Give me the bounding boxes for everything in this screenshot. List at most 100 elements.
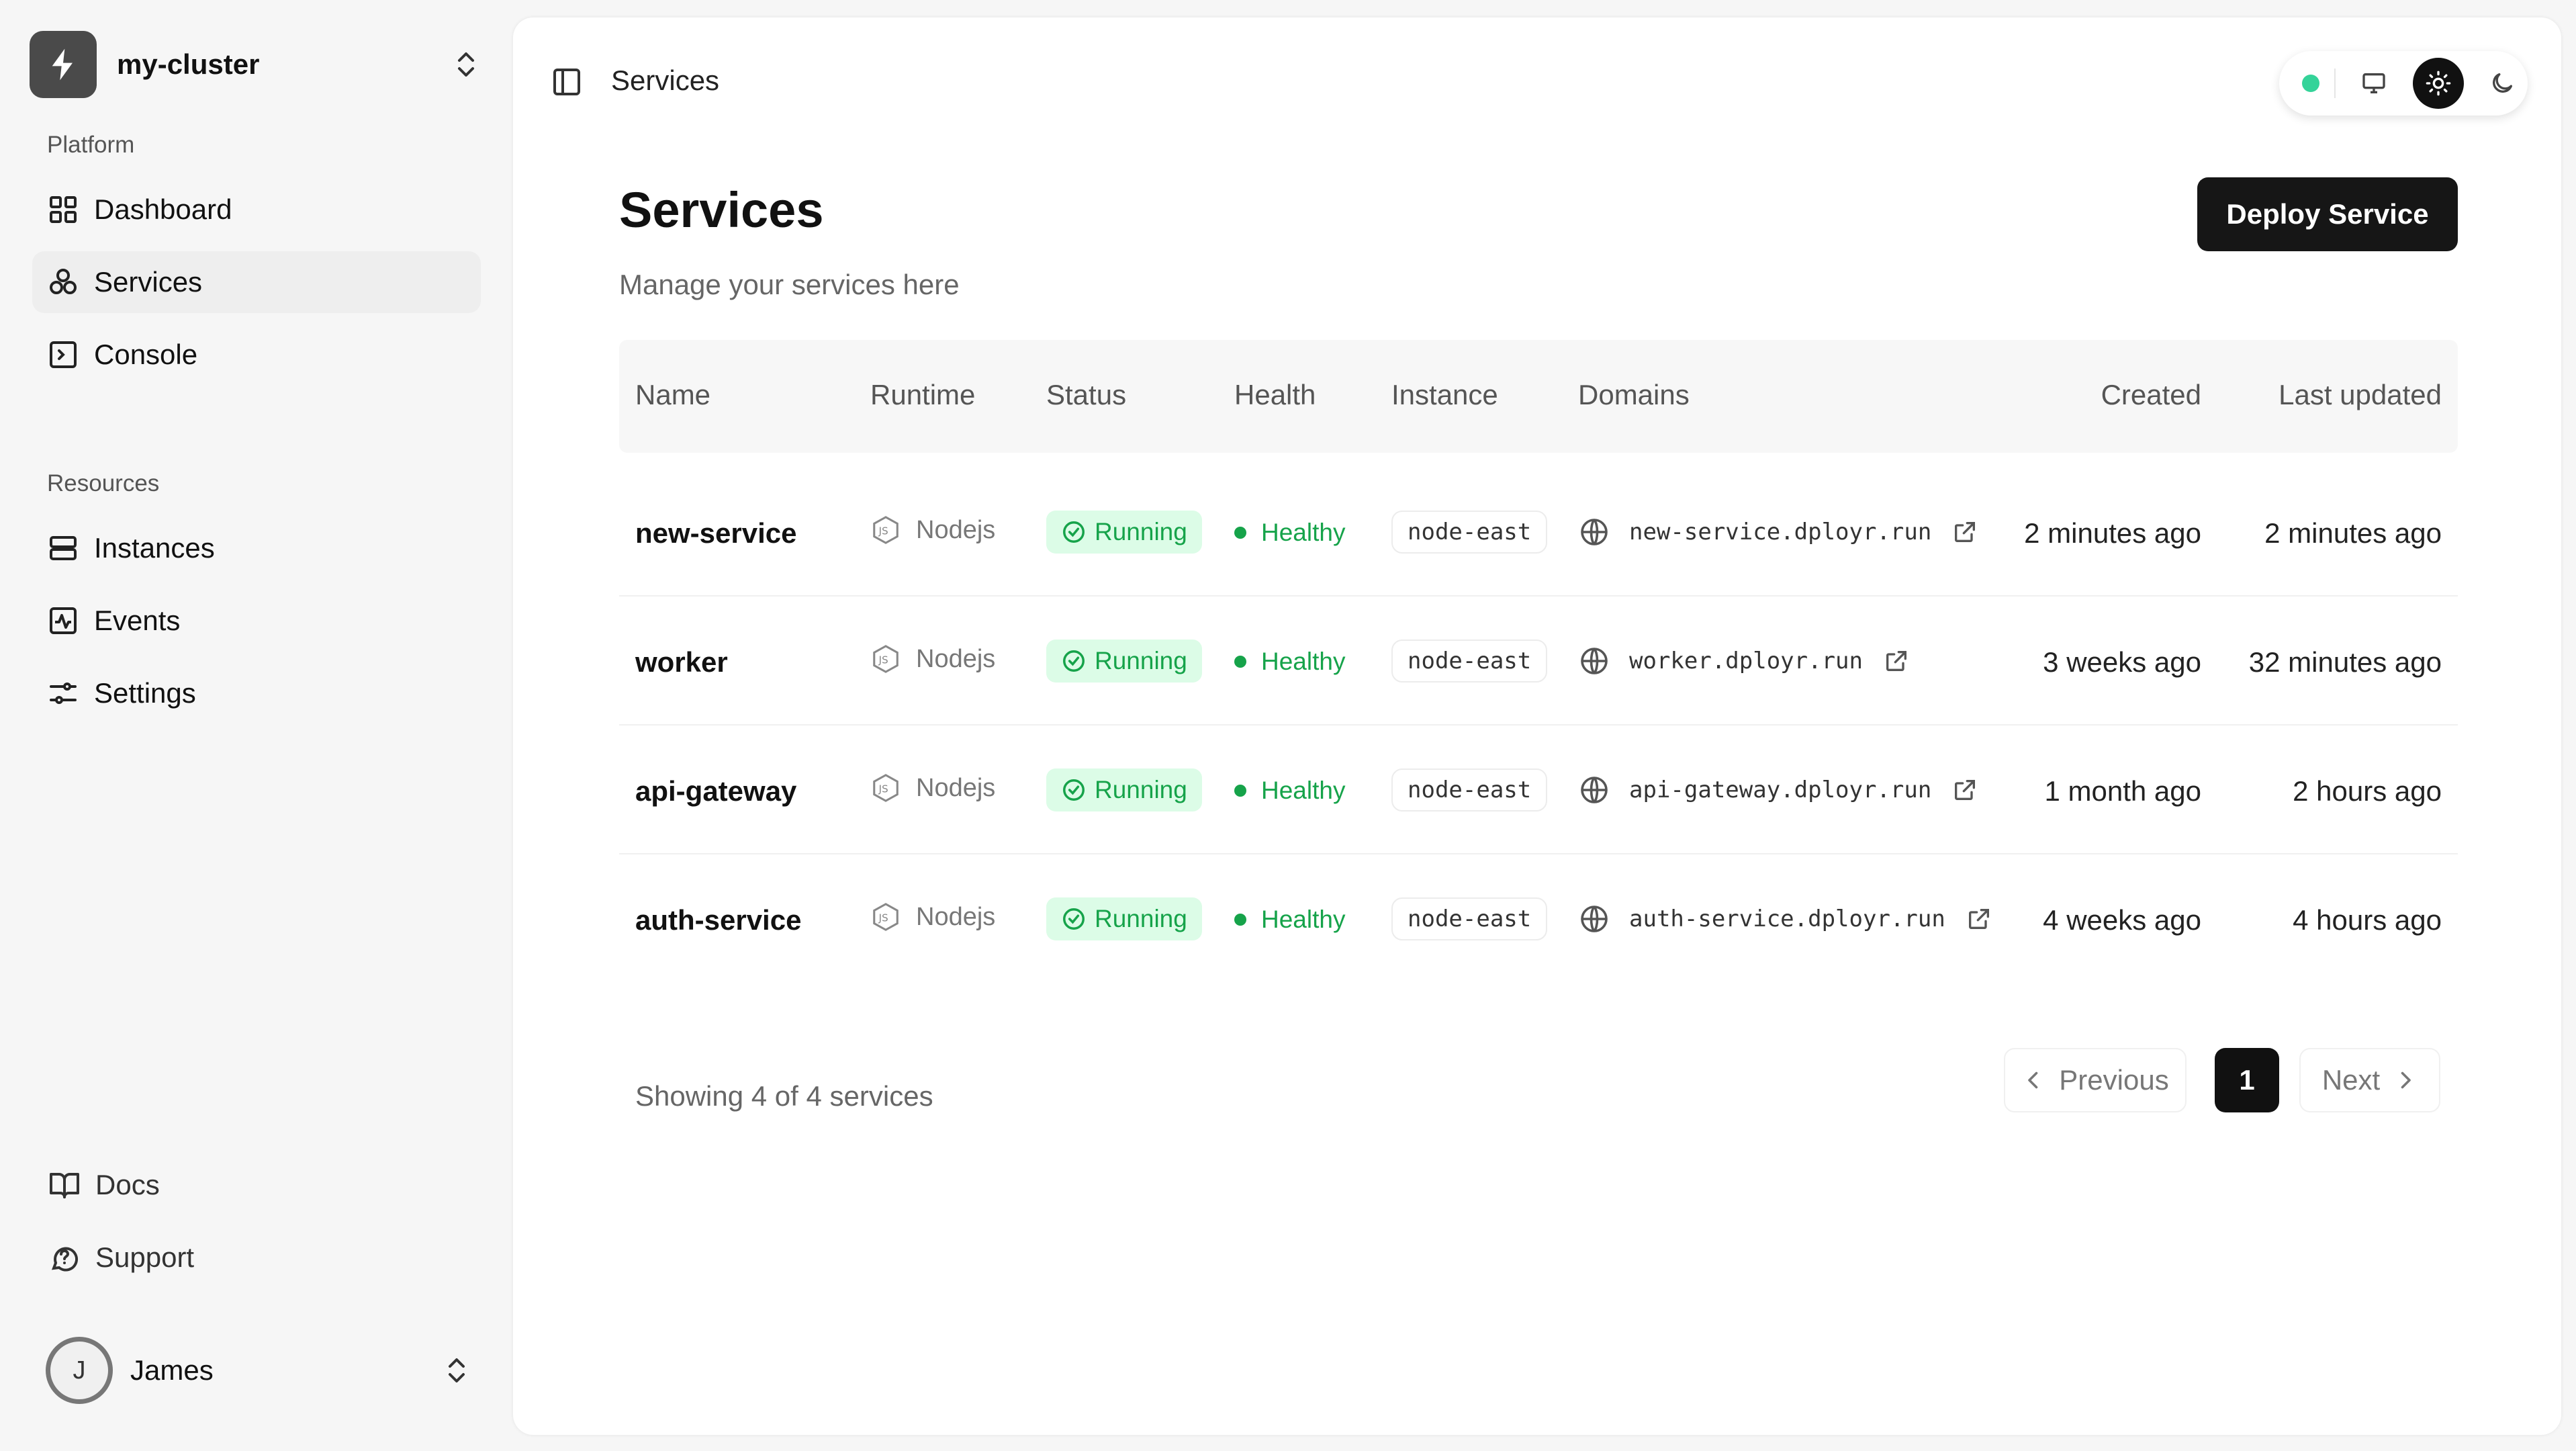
svg-text:JS: JS <box>878 783 888 795</box>
domain-link[interactable]: worker.dployr.run <box>1629 648 1863 674</box>
next-page-button[interactable]: Next <box>2299 1048 2440 1112</box>
sidebar-item-docs[interactable]: Docs <box>48 1158 160 1212</box>
service-name[interactable]: worker <box>635 646 728 678</box>
globe-icon <box>1581 648 1608 674</box>
runtime-cell: JS Nodejs <box>870 644 995 674</box>
breadcrumb: Services <box>611 64 720 96</box>
theme-light-button[interactable] <box>2413 58 2464 109</box>
theme-dark-button[interactable] <box>2477 58 2528 109</box>
column-header-created[interactable]: Created <box>2101 379 2201 411</box>
user-name: James <box>130 1354 214 1386</box>
resources-section-label: Resources <box>47 470 160 496</box>
external-link-icon[interactable] <box>1966 906 1992 932</box>
book-icon <box>50 1173 79 1198</box>
created-cell: 1 month ago <box>2044 775 2201 807</box>
column-header-instance[interactable]: Instance <box>1391 379 1498 411</box>
external-link-icon[interactable] <box>1951 777 1978 803</box>
status-cell: Running <box>1046 511 1202 554</box>
health-cell: Healthy <box>1234 519 1345 547</box>
sidebar-item-support[interactable]: Support <box>48 1231 194 1284</box>
updated-cell: 2 hours ago <box>2293 775 2442 807</box>
sidebar-item-label: Services <box>94 266 203 298</box>
service-name[interactable]: new-service <box>635 517 796 549</box>
moon-icon <box>2493 73 2513 93</box>
status-badge: Running <box>1046 640 1202 683</box>
table-row[interactable]: auth-service JS Nodejs Running Healthy n… <box>619 854 2458 983</box>
table-row[interactable]: new-service JS Nodejs Running Healthy no… <box>619 468 2458 597</box>
instance-cell: node-east <box>1391 768 1548 811</box>
chevron-right-icon <box>2401 1071 2411 1089</box>
main-panel: Services Services Manage your services h… <box>513 17 2561 1435</box>
health-label: Healthy <box>1261 648 1346 675</box>
created-cell: 3 weeks ago <box>2043 646 2201 678</box>
column-header-health[interactable]: Health <box>1234 379 1316 411</box>
bolt-icon <box>30 31 97 98</box>
sidebar-item-label: Events <box>94 605 181 636</box>
sidebar-item-label: Support <box>95 1241 195 1273</box>
updated-cell: 4 hours ago <box>2293 904 2442 936</box>
sidebar-item-events[interactable]: Events <box>32 590 481 652</box>
services-icon <box>50 269 77 294</box>
status-label: Running <box>1095 518 1187 545</box>
nodejs-icon: JS <box>873 516 899 544</box>
domain-cell: new-service.dployr.run <box>1578 516 1978 548</box>
external-link-icon[interactable] <box>1951 519 1978 545</box>
user-menu[interactable]: J James <box>46 1337 473 1404</box>
sidebar-item-services[interactable]: Services <box>32 251 481 313</box>
domain-link[interactable]: auth-service.dployr.run <box>1629 906 1945 932</box>
created-cell: 2 minutes ago <box>2024 517 2201 549</box>
domain-link[interactable]: api-gateway.dployr.run <box>1629 777 1931 803</box>
column-header-runtime[interactable]: Runtime <box>870 379 975 411</box>
table-header: Name Runtime Status Health Instance Doma… <box>619 340 2458 453</box>
health-label: Healthy <box>1261 777 1346 804</box>
service-name[interactable]: auth-service <box>635 904 801 936</box>
help-icon <box>51 1247 79 1272</box>
instance-badge: node-east <box>1391 768 1548 811</box>
check-circle-icon <box>1063 779 1085 801</box>
previous-page-button[interactable]: Previous <box>2004 1048 2187 1112</box>
nodejs-icon: JS <box>873 645 899 673</box>
cluster-switcher[interactable]: my-cluster <box>30 31 482 98</box>
nodejs-icon: JS <box>873 774 899 802</box>
status-label: Running <box>1095 776 1187 803</box>
health-dot <box>1234 785 1246 797</box>
sidebar-toggle-icon[interactable] <box>551 66 583 98</box>
table-row[interactable]: api-gateway JS Nodejs Running Healthy no… <box>619 726 2458 854</box>
domain-link[interactable]: new-service.dployr.run <box>1629 519 1931 545</box>
service-name[interactable]: api-gateway <box>635 775 796 807</box>
domain-cell: worker.dployr.run <box>1578 645 1910 677</box>
theme-system-button[interactable] <box>2349 58 2399 109</box>
updated-cell: 32 minutes ago <box>2248 646 2442 678</box>
theme-switcher <box>2279 51 2528 116</box>
external-link-icon[interactable] <box>1883 648 1910 674</box>
page-subtitle: Manage your services here <box>619 269 960 300</box>
page-number-button[interactable]: 1 <box>2215 1048 2279 1112</box>
globe-icon <box>1581 906 1608 932</box>
runtime-label: Nodejs <box>916 902 996 931</box>
column-header-last-updated[interactable]: Last updated <box>2279 379 2442 411</box>
status-cell: Running <box>1046 640 1202 683</box>
status-badge: Running <box>1046 897 1202 940</box>
column-header-domains[interactable]: Domains <box>1578 379 1690 411</box>
check-circle-icon <box>1063 650 1085 672</box>
sidebar-item-instances[interactable]: Instances <box>32 517 481 579</box>
runtime-label: Nodejs <box>916 515 996 544</box>
table-row[interactable]: worker JS Nodejs Running Healthy node-ea… <box>619 597 2458 726</box>
column-header-name[interactable]: Name <box>635 379 710 411</box>
svg-text:JS: JS <box>878 525 888 537</box>
runtime-cell: JS Nodejs <box>870 902 995 932</box>
column-header-status[interactable]: Status <box>1046 379 1126 411</box>
sun-icon <box>2426 71 2451 96</box>
sidebar-item-settings[interactable]: Settings <box>32 662 481 724</box>
health-label: Healthy <box>1261 519 1346 546</box>
instance-badge: node-east <box>1391 897 1548 940</box>
status-cell: Running <box>1046 897 1202 940</box>
instance-cell: node-east <box>1391 897 1548 940</box>
check-circle-icon <box>1063 521 1085 543</box>
status-indicator <box>2302 75 2319 92</box>
runtime-label: Nodejs <box>916 644 996 673</box>
health-cell: Healthy <box>1234 777 1345 805</box>
deploy-service-button[interactable]: Deploy Service <box>2197 177 2458 251</box>
sidebar-item-console[interactable]: Console <box>32 324 481 386</box>
sidebar-item-dashboard[interactable]: Dashboard <box>32 179 481 240</box>
